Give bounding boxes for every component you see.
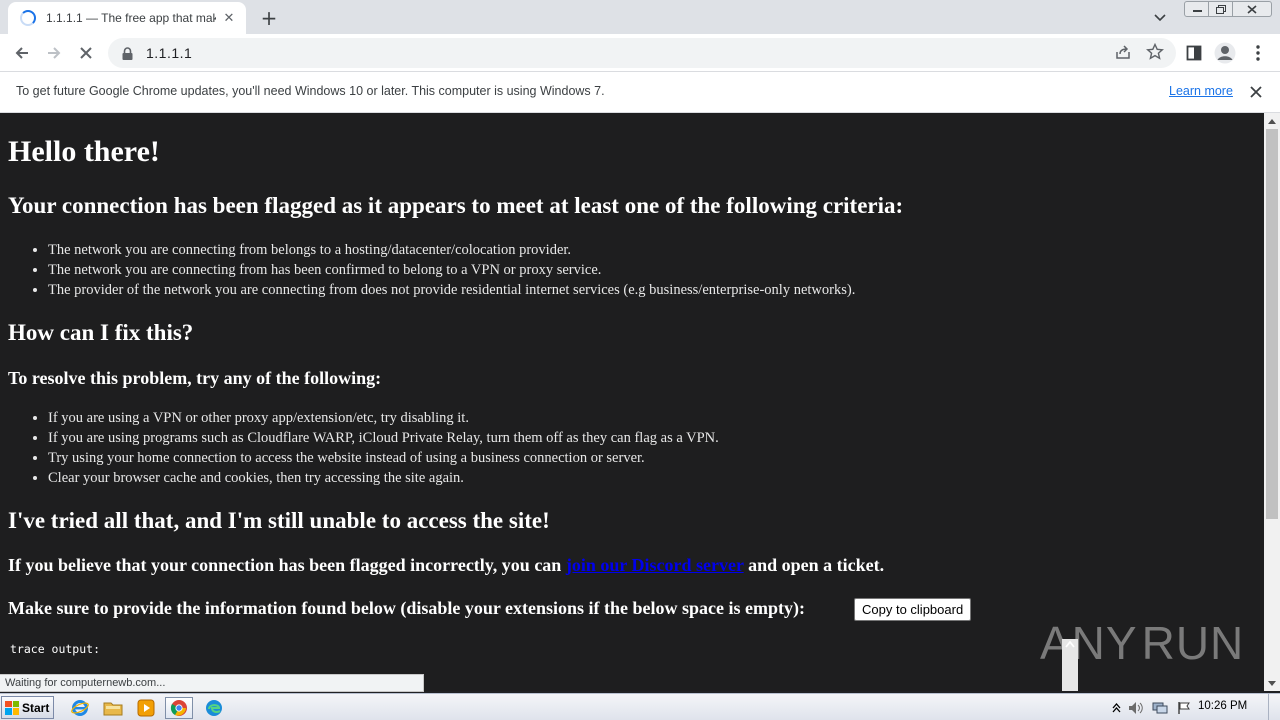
show-desktop-button[interactable]: [1268, 694, 1280, 720]
taskbar-clock[interactable]: 10:26 PM: [1198, 700, 1247, 712]
profile-avatar-icon[interactable]: [1211, 39, 1239, 67]
criteria-heading: Your connection has been flagged as it a…: [8, 193, 904, 218]
incorrect-suffix: and open a ticket.: [743, 555, 885, 575]
new-tab-icon[interactable]: +: [256, 5, 282, 31]
action-center-flag-icon[interactable]: [1176, 700, 1192, 716]
volume-icon[interactable]: [1128, 700, 1144, 716]
start-button[interactable]: Start: [1, 696, 54, 719]
list-item: Clear your browser cache and cookies, th…: [48, 468, 719, 488]
incorrect-prefix: If you believe that your connection has …: [8, 555, 566, 575]
stop-loading-icon[interactable]: [72, 39, 100, 67]
scroll-down-arrow-icon[interactable]: [1264, 675, 1280, 691]
windows-taskbar: Start 10:26 PM: [0, 693, 1280, 720]
list-item: The provider of the network you are conn…: [48, 280, 855, 300]
discord-server-link[interactable]: join our Discord server: [566, 555, 744, 575]
list-item: If you are using a VPN or other proxy ap…: [48, 408, 719, 428]
fix-heading: How can I fix this?: [8, 320, 194, 345]
menu-kebab-icon[interactable]: [1244, 39, 1272, 67]
tab-close-icon[interactable]: ✕: [220, 9, 238, 27]
window-restore-button[interactable]: [1208, 1, 1234, 17]
list-item: The network you are connecting from has …: [48, 260, 855, 280]
page-content: Hello there! Your connection has been fl…: [0, 113, 1264, 691]
tray-expand-icon[interactable]: [1108, 700, 1124, 716]
page-title: Hello there!: [8, 135, 160, 168]
lock-icon[interactable]: [120, 46, 134, 60]
scrollbar-thumb[interactable]: [1266, 129, 1278, 519]
page-scrollbar[interactable]: [1264, 113, 1280, 691]
infobar-message: To get future Google Chrome updates, you…: [16, 84, 605, 98]
resolve-list: If you are using a VPN or other proxy ap…: [48, 408, 719, 488]
chrome-taskbar-icon[interactable]: [165, 697, 193, 719]
browser-toolbar: 1.1.1.1: [0, 34, 1280, 72]
trace-output-label: trace output:: [10, 642, 101, 656]
watermark-any-text: ANY: [1040, 617, 1138, 669]
side-panel-icon[interactable]: [1180, 39, 1208, 67]
window-minimize-button[interactable]: [1184, 1, 1210, 17]
list-item: If you are using programs such as Cloudf…: [48, 428, 719, 448]
criteria-list: The network you are connecting from belo…: [48, 240, 855, 300]
windows-logo-icon: [5, 700, 19, 715]
url-text[interactable]: 1.1.1.1: [146, 45, 192, 61]
tab-search-chevron-icon[interactable]: [1150, 8, 1170, 28]
overlay-scroll-handle[interactable]: [1062, 639, 1078, 691]
edge-icon[interactable]: [200, 697, 228, 719]
file-explorer-icon[interactable]: [99, 697, 127, 719]
share-icon[interactable]: [1114, 43, 1134, 63]
watermark-run-text: RUN: [1141, 617, 1245, 669]
update-infobar: To get future Google Chrome updates, you…: [0, 72, 1280, 113]
copy-to-clipboard-button[interactable]: Copy to clipboard: [854, 598, 972, 621]
infobar-close-icon[interactable]: [1246, 82, 1266, 102]
list-item: The network you are connecting from belo…: [48, 240, 855, 260]
tab-strip: 1.1.1.1 — The free app that makes ✕ +: [0, 0, 1280, 34]
network-icon[interactable]: [1152, 700, 1168, 716]
up-arrow-icon: [1062, 641, 1078, 653]
start-label: Start: [22, 700, 50, 715]
address-bar[interactable]: 1.1.1.1: [108, 38, 1176, 68]
learn-more-link[interactable]: Learn more: [1169, 84, 1233, 98]
browser-tab[interactable]: 1.1.1.1 — The free app that makes ✕: [8, 2, 246, 34]
tried-heading: I've tried all that, and I'm still unabl…: [8, 508, 550, 533]
media-player-icon[interactable]: [132, 697, 160, 719]
loading-spinner-icon: [20, 10, 36, 26]
scroll-up-arrow-icon[interactable]: [1264, 113, 1280, 129]
forward-arrow-icon[interactable]: [40, 39, 68, 67]
tab-title: 1.1.1.1 — The free app that makes: [46, 11, 216, 25]
resolve-heading: To resolve this problem, try any of the …: [8, 368, 382, 388]
window-close-button[interactable]: [1232, 1, 1272, 17]
list-item: Try using your home connection to access…: [48, 448, 719, 468]
internet-explorer-icon[interactable]: [66, 697, 94, 719]
status-bubble: Waiting for computernewb.com...: [0, 674, 424, 692]
incorrect-flag-text: If you believe that your connection has …: [8, 555, 884, 576]
back-arrow-icon[interactable]: [8, 39, 36, 67]
bookmark-star-icon[interactable]: [1146, 42, 1166, 63]
provide-info-text: Make sure to provide the information fou…: [8, 598, 806, 618]
